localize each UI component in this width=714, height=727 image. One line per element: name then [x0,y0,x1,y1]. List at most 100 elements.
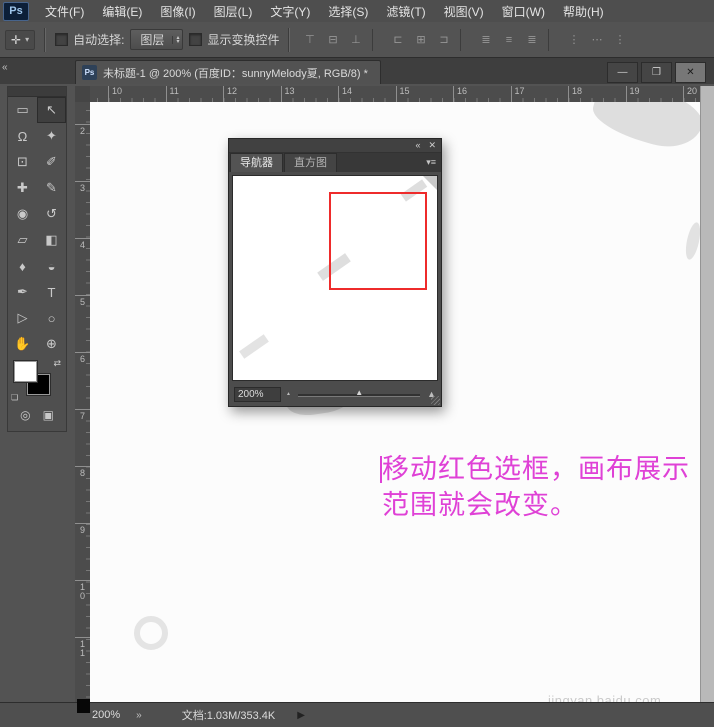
move-tool[interactable]: ↖ [37,97,66,123]
ruler-mark-5: 5 [75,295,90,307]
vertical-scrollbar[interactable] [700,86,714,703]
menu-item-1[interactable]: 编辑(E) [93,0,151,22]
distribute-top-edges-button[interactable]: ≣ [475,30,496,49]
navigator-panel-header[interactable]: « ✕ [229,139,441,153]
eyedropper-tool[interactable]: ✐ [37,149,66,175]
separator [44,28,46,52]
hand-tool[interactable]: ✋ [8,331,37,357]
tool-preset-picker[interactable]: ✛ ▾ [5,30,35,50]
stepper-icon[interactable]: ▴▾ [172,36,179,44]
ruler-mark-18: 18 [568,86,582,102]
annotation-line: 范围就会改变。 [382,487,690,523]
show-transform-checkbox[interactable]: 显示变换控件 [189,31,279,48]
zoom-slider[interactable]: ▲ [296,388,422,400]
navigator-proxy-rectangle[interactable] [329,192,427,290]
distribute-right-edges-button[interactable]: ⋮ [609,30,630,49]
ruler-mark-12: 12 [223,86,237,102]
quick-mask-button[interactable]: ◎ [20,408,30,422]
down-arrow-icon: ▾ [176,40,179,44]
zoom-level-field[interactable]: 200% [92,709,120,721]
brush-tool[interactable]: ✎ [37,175,66,201]
status-expand-icon[interactable]: ▶ [297,710,305,721]
zoom-slider-thumb[interactable]: ▲ [355,388,363,397]
gradient-tool[interactable]: ◧ [37,227,66,253]
menu-item-5[interactable]: 选择(S) [319,0,377,22]
color-swatches: ⇄ ❏ [8,357,66,403]
align-top-edges-button[interactable]: ⊤ [299,30,320,49]
collapse-toolbar-icon[interactable]: « [2,62,8,73]
ruler-mark-11: 1 1 [75,637,90,658]
tools-panel-header[interactable] [8,87,66,97]
menu-item-9[interactable]: 帮助(H) [554,0,613,22]
screen-mode-button[interactable]: ▣ [43,408,54,422]
distribute-left-edges-button[interactable]: ⋮ [563,30,584,49]
menu-item-4[interactable]: 文字(Y) [261,0,319,22]
checkbox-icon[interactable] [55,33,68,46]
watermark-shape [588,102,701,155]
checkbox-icon[interactable] [189,33,202,46]
pen-tool[interactable]: ✒ [8,279,37,305]
foreground-color-swatch[interactable] [14,361,37,382]
ruler-mark-15: 15 [396,86,410,102]
history-brush-tool[interactable]: ↺ [37,201,66,227]
tab-histogram[interactable]: 直方图 [284,153,337,172]
align-vertical-centers-button[interactable]: ⊟ [322,30,343,49]
toolbar-extras: ◎ ▣ [8,403,66,431]
navigator-zoom-field[interactable]: 200% [234,387,281,402]
tab-navigator[interactable]: 导航器 [230,153,283,172]
menu-item-8[interactable]: 窗口(W) [493,0,554,22]
canvas[interactable]: « ✕ 导航器 直方图 ▾≡ 200% ▲ [90,102,701,703]
collapse-panel-icon[interactable]: « [415,139,420,152]
align-right-edges-button[interactable]: ⊐ [433,30,454,49]
align-left-edges-button[interactable]: ⊏ [387,30,408,49]
auto-select-checkbox[interactable]: 自动选择: [55,31,124,48]
clone-stamp-tool[interactable]: ◉ [8,201,37,227]
quick-selection-tool[interactable]: ✦ [37,123,66,149]
ruler-mark-20: 20 [683,86,697,102]
distribute-bottom-edges-button[interactable]: ≣ [521,30,542,49]
document-tab[interactable]: Ps 未标题-1 @ 200% (百度ID：sunnyMelody夏, RGB/… [75,60,381,84]
ruler-mark-4: 4 [75,238,90,250]
spot-healing-brush-tool[interactable]: ✚ [8,175,37,201]
panel-menu-icon[interactable]: ▾≡ [426,157,441,172]
close-panel-icon[interactable]: ✕ [428,139,436,152]
panel-resize-grip[interactable] [431,396,440,405]
navigator-preview[interactable] [232,175,438,381]
ruler-mark-11: 11 [166,86,179,102]
auto-select-target-dropdown[interactable]: 图层 ▴▾ [130,29,183,50]
ruler-origin[interactable] [75,86,91,103]
rectangular-marquee-tool[interactable]: ▭ [8,97,37,123]
menu-item-3[interactable]: 图层(L) [205,0,262,22]
zoom-out-icon[interactable]: ▲ [286,389,291,399]
menu-item-6[interactable]: 滤镜(T) [377,0,434,22]
menu-item-0[interactable]: 文件(F) [36,0,93,22]
align-horizontal-centers-button[interactable]: ⊞ [410,30,431,49]
distribute-vertical-centers-button[interactable]: ≡ [498,30,519,49]
zoom-tool[interactable]: ⊕ [37,331,66,357]
distribute-horizontal-centers-button[interactable]: ⋯ [586,30,607,49]
lasso-tool[interactable]: Ω [8,123,37,149]
annotation-line: 移动红色选框，画布展示 [382,451,690,487]
maximize-button[interactable]: ❐ [641,62,672,83]
dodge-tool[interactable]: ◒ [37,253,66,279]
eraser-tool[interactable]: ▱ [8,227,37,253]
path-selection-tool[interactable]: ▷ [8,305,37,331]
type-tool[interactable]: T [37,279,66,305]
annotation-text: 移动红色选框，画布展示 范围就会改变。 [382,451,690,523]
default-colors-icon[interactable]: ❏ [11,393,18,402]
align-bottom-edges-button[interactable]: ⊥ [345,30,366,49]
menu-item-2[interactable]: 图像(I) [151,0,204,22]
crop-tool[interactable]: ⊡ [8,149,37,175]
close-button[interactable]: ✕ [675,62,706,83]
status-icon[interactable]: » [136,710,142,721]
blur-tool[interactable]: ♦ [8,253,37,279]
navigator-panel: « ✕ 导航器 直方图 ▾≡ 200% ▲ [228,138,442,407]
shape-tool[interactable]: ○ [37,305,66,331]
ruler-mark-10: 10 [108,86,122,102]
menu-item-7[interactable]: 视图(V) [435,0,493,22]
photoshop-logo-icon: Ps [3,2,29,21]
swap-colors-icon[interactable]: ⇄ [53,358,61,369]
menu-bar: Ps 文件(F)编辑(E)图像(I)图层(L)文字(Y)选择(S)滤镜(T)视图… [0,0,714,23]
ruler-mark-7: 7 [75,409,90,421]
minimize-button[interactable]: — [607,62,638,83]
